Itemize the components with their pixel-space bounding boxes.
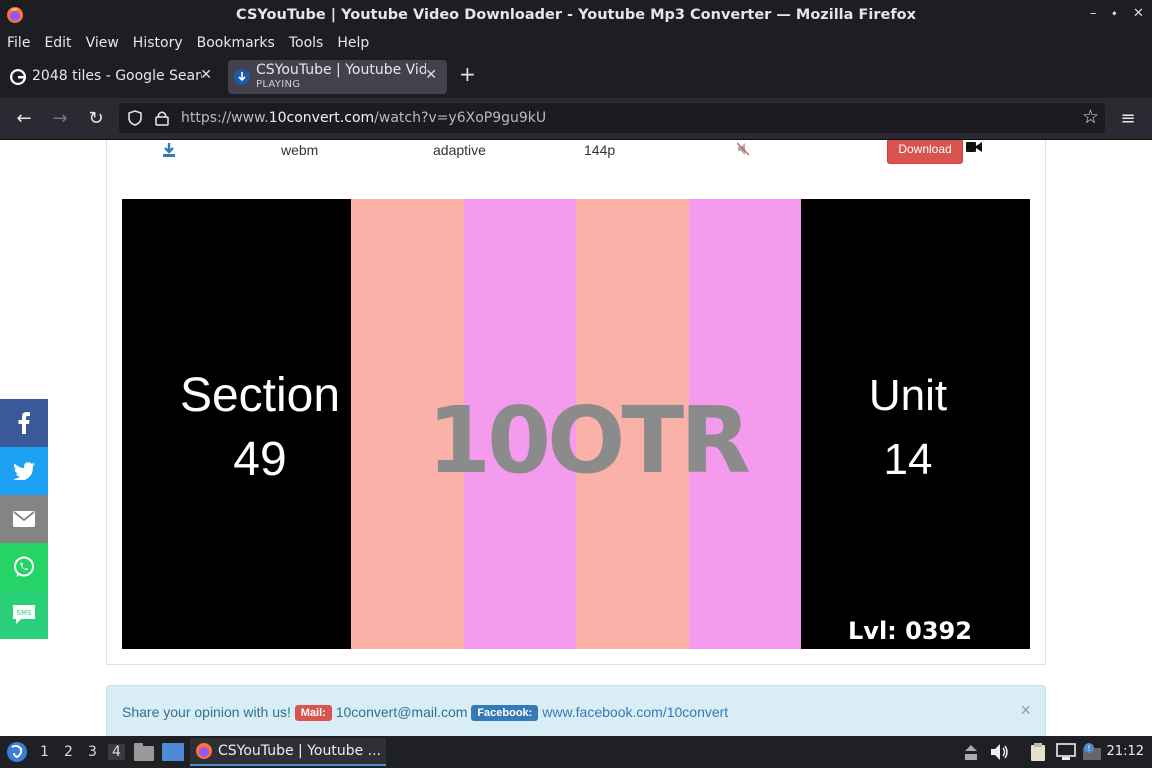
page-content: webm adaptive 144p Download Section 49 U…	[0, 140, 1152, 736]
menu-help[interactable]: Help	[337, 35, 369, 51]
window-title: CSYouTube | Youtube Video Downloader - Y…	[236, 7, 916, 23]
show-desktop-icon[interactable]	[162, 743, 184, 761]
video-unit-label: Unit 14	[868, 371, 948, 484]
video-level-label: Lvl: 0392	[848, 617, 972, 645]
muted-audio-icon	[737, 142, 749, 156]
volume-icon[interactable]	[990, 743, 1010, 761]
mail-badge: Mail:	[294, 705, 332, 721]
tab-close-icon[interactable]: ✕	[425, 67, 437, 83]
clipboard-icon[interactable]	[1030, 743, 1046, 761]
video-player[interactable]: Section 49 Unit 14 10OTR Lvl: 0392	[122, 199, 1030, 649]
workspace-2[interactable]: 2	[64, 744, 73, 760]
reload-icon[interactable]: ↻	[84, 108, 108, 130]
bookmark-star-icon[interactable]: ☆	[1082, 106, 1099, 128]
facebook-link[interactable]: www.facebook.com/10convert	[542, 704, 728, 720]
firefox-icon	[196, 743, 212, 759]
tab-title: 2048 tiles - Google Search	[32, 68, 202, 84]
taskbar: 1 2 3 4 CSYouTube | Youtube ... ! 21:12	[0, 736, 1152, 768]
tab-title: CSYouTube | Youtube Video Downloader	[256, 62, 426, 78]
alert-message: Share your opinion with us! Mail: 10conv…	[122, 704, 729, 721]
google-icon	[10, 69, 26, 85]
tray-up-icon[interactable]	[964, 743, 978, 761]
facebook-icon[interactable]	[0, 399, 48, 447]
svg-text:SMS: SMS	[17, 609, 32, 617]
file-manager-icon[interactable]	[134, 743, 154, 761]
menu-bar: File Edit View History Bookmarks Tools H…	[0, 30, 1152, 56]
hamburger-menu-icon[interactable]: ≡	[1116, 108, 1140, 130]
taskbar-window-label: CSYouTube | Youtube ...	[218, 743, 382, 759]
tab-bar: 2048 tiles - Google Search ✕ CSYouTube |…	[0, 56, 1152, 98]
shield-icon[interactable]	[127, 110, 143, 126]
svg-text:!: !	[1087, 744, 1090, 753]
tab-playing-label: PLAYING	[256, 79, 301, 90]
url-text[interactable]: https://www.10convert.com/watch?v=y6XoP9…	[181, 110, 546, 126]
sms-icon[interactable]: SMS	[0, 591, 48, 639]
back-icon[interactable]: ←	[12, 108, 36, 130]
window-titlebar: CSYouTube | Youtube Video Downloader - Y…	[0, 0, 1152, 30]
taskbar-firefox-window[interactable]: CSYouTube | Youtube ...	[190, 738, 386, 766]
alert-close-button[interactable]: ×	[1020, 700, 1031, 721]
minimize-icon[interactable]: –	[1090, 6, 1097, 21]
mail-address: 10convert@mail.com	[335, 704, 468, 720]
start-menu-icon[interactable]	[6, 741, 28, 763]
menu-edit[interactable]: Edit	[44, 35, 71, 51]
close-window-icon[interactable]: ✕	[1133, 6, 1144, 21]
format-mode: adaptive	[433, 142, 486, 158]
url-bar[interactable]: https://www.10convert.com/watch?v=y6XoP9…	[119, 103, 1105, 133]
menu-file[interactable]: File	[7, 35, 30, 51]
navigation-bar: ← → ↻ https://www.10convert.com/watch?v=…	[0, 98, 1152, 140]
workspace-4[interactable]: 4	[108, 744, 125, 760]
feedback-alert: Share your opinion with us! Mail: 10conv…	[106, 685, 1046, 736]
new-tab-button[interactable]: +	[459, 62, 476, 86]
format-type: webm	[281, 142, 319, 158]
menu-bookmarks[interactable]: Bookmarks	[197, 35, 275, 51]
workspace-3[interactable]: 3	[88, 744, 97, 760]
email-icon[interactable]	[0, 495, 48, 543]
video-camera-icon	[966, 142, 982, 152]
whatsapp-icon[interactable]	[0, 543, 48, 591]
download-button[interactable]: Download	[887, 140, 963, 164]
format-row: webm adaptive 144p Download	[107, 140, 1045, 182]
tab-close-icon[interactable]: ✕	[200, 67, 212, 83]
video-section-label: Section 49	[179, 369, 341, 486]
lock-icon[interactable]	[155, 110, 169, 126]
share-sidebar: SMS	[0, 399, 48, 639]
tab-google-search[interactable]: 2048 tiles - Google Search ✕	[4, 60, 222, 94]
video-watermark-logo: 10OTR	[427, 387, 751, 494]
taskbar-clock: 21:12	[1106, 744, 1144, 759]
menu-history[interactable]: History	[133, 35, 183, 51]
workspace-1[interactable]: 1	[40, 744, 49, 760]
tab-csyoutube[interactable]: CSYouTube | Youtube Video Downloader PLA…	[228, 60, 447, 94]
network-icon[interactable]	[1056, 743, 1076, 761]
download-arrow-icon[interactable]	[162, 142, 176, 158]
menu-tools[interactable]: Tools	[289, 35, 324, 51]
10convert-favicon	[234, 69, 250, 85]
forward-icon[interactable]: →	[48, 108, 72, 130]
facebook-badge: Facebook:	[471, 705, 539, 721]
menu-view[interactable]: View	[86, 35, 119, 51]
format-quality: 144p	[584, 142, 616, 158]
notification-icon[interactable]: !	[1082, 742, 1102, 762]
twitter-icon[interactable]	[0, 447, 48, 495]
restore-icon[interactable]: ⬩	[1112, 6, 1117, 21]
